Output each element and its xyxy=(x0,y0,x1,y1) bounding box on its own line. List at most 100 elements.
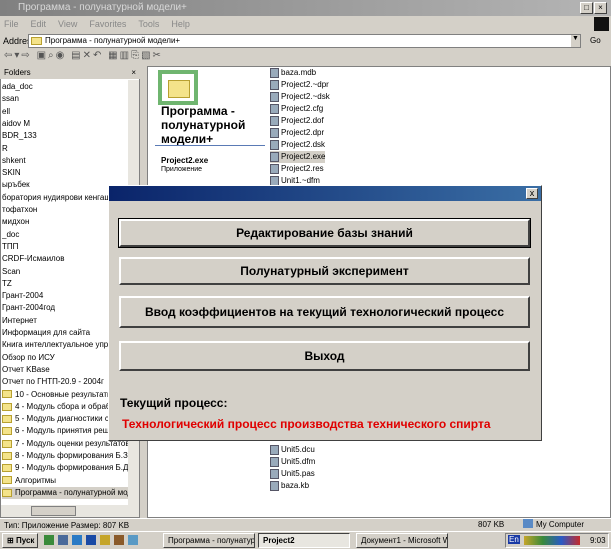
file-icon xyxy=(270,444,279,455)
folder-label: Грант-2004 xyxy=(2,291,44,301)
close-folders-icon[interactable]: × xyxy=(131,68,136,77)
search-icon[interactable]: ⌕ xyxy=(48,50,56,61)
file-item[interactable]: Unit5.dcu xyxy=(270,444,315,456)
folder-label: Грант-2004год xyxy=(2,303,56,313)
file-label: Project2.~dpr xyxy=(281,80,329,89)
paste-icon[interactable]: ▧ xyxy=(141,50,152,61)
selected-file-name: Project2.exe xyxy=(161,156,209,165)
folder-tree-item[interactable]: shkent xyxy=(2,155,128,167)
file-icon xyxy=(270,151,279,162)
dialog-close-button[interactable]: x xyxy=(526,188,538,199)
file-item[interactable]: Project2.res xyxy=(270,163,324,175)
folder-label: ada_doc xyxy=(2,82,33,91)
folder-label: BDR_133 xyxy=(2,131,37,141)
menu-view[interactable]: View xyxy=(58,19,77,29)
folder-icon xyxy=(2,488,12,497)
address-dropdown-icon[interactable]: ▼ xyxy=(571,35,580,47)
quick-launch-media-icon[interactable] xyxy=(100,535,110,545)
file-item[interactable]: Unit5.dfm xyxy=(270,456,315,468)
start-button[interactable]: ⊞ Пуск xyxy=(2,533,38,548)
folder-tree-item[interactable]: ada_doc xyxy=(2,81,128,93)
menu-tools[interactable]: Tools xyxy=(138,19,159,29)
folder-label: Scan xyxy=(2,266,21,276)
views-icon[interactable]: ▦ xyxy=(108,50,119,61)
file-icon xyxy=(270,103,279,114)
folder-tree-item[interactable]: 9 - Модуль формирования Б.Д+ xyxy=(2,462,128,474)
menu-favorites[interactable]: Favorites xyxy=(89,19,126,29)
quick-launch-app2-icon[interactable] xyxy=(128,535,138,545)
file-item[interactable]: Project2.cfg xyxy=(270,103,323,115)
file-item[interactable]: Project2.~dsk xyxy=(270,91,330,103)
selected-file-type: Приложение xyxy=(161,166,203,173)
folder-title: Программа - полунатурной модели+ xyxy=(161,104,246,146)
go-button[interactable]: Go xyxy=(590,36,601,45)
file-item[interactable]: Project2.~dpr xyxy=(270,79,329,91)
quick-launch-app-icon[interactable] xyxy=(114,535,124,545)
folder-tree-item[interactable]: aidov M xyxy=(2,118,128,130)
task-word[interactable]: Документ1 - Microsoft W... xyxy=(356,533,448,548)
copy-icon[interactable]: ⎘ xyxy=(131,50,141,61)
enter-coefficients-button[interactable]: Ввод коэффициентов на текущий технологич… xyxy=(119,296,530,328)
maximize-button[interactable]: □ xyxy=(580,2,593,14)
status-bar: Тип: Приложение Размер: 807 KB xyxy=(0,518,611,531)
task-explorer[interactable]: Программа - полунатурн... xyxy=(163,533,255,548)
folders-horizontal-scrollbar[interactable] xyxy=(1,505,139,517)
task-project2[interactable]: Project2 xyxy=(258,533,350,548)
folder-tree-item[interactable]: BDR_133 xyxy=(2,130,128,142)
file-item[interactable]: Project2.dpr xyxy=(270,127,324,139)
folder-label: 8 - Модуль формирования Б.З xyxy=(15,451,128,460)
folder-label: тофатхон xyxy=(2,205,38,214)
cut-icon[interactable]: ✂ xyxy=(153,50,163,61)
back-icon[interactable]: ⇦▾⇨ xyxy=(4,50,32,61)
menu-help[interactable]: Help xyxy=(171,19,190,29)
file-label: Unit5.dfm xyxy=(281,457,316,466)
history-icon[interactable]: ◉ xyxy=(56,50,67,61)
folder-tree-item[interactable]: Программа - полунатурной модели+ xyxy=(2,486,128,499)
file-item[interactable]: baza.kb xyxy=(270,480,309,492)
semi-natural-experiment-button[interactable]: Полунатурный эксперимент xyxy=(119,257,530,285)
properties-icon[interactable]: ▥ xyxy=(120,50,131,61)
file-label: baza.kb xyxy=(281,481,310,490)
folder-label: TZ xyxy=(2,278,12,288)
close-window-button[interactable]: × xyxy=(594,2,607,14)
menu-edit[interactable]: Edit xyxy=(31,19,47,29)
delete-icon[interactable]: ✕ xyxy=(83,50,93,61)
file-label: Project2.cfg xyxy=(281,104,324,113)
file-icon xyxy=(270,91,279,102)
up-folder-icon[interactable]: ▣ xyxy=(37,50,48,61)
file-icon xyxy=(270,67,279,78)
file-item[interactable]: Project2.exe xyxy=(270,151,326,163)
quick-launch-ie-icon[interactable] xyxy=(72,535,82,545)
folder-label: aidov M xyxy=(2,118,31,128)
file-item[interactable]: Project2.dsk xyxy=(270,139,325,151)
exit-button[interactable]: Выход xyxy=(119,341,530,371)
folder-tree-item[interactable]: ell xyxy=(2,106,128,118)
address-input[interactable]: Программа - полунатурной модели+ xyxy=(28,34,581,48)
folder-label: Отчет KBase xyxy=(2,364,50,374)
folder-tree-item[interactable]: SKIN xyxy=(2,167,128,179)
tray-icons[interactable] xyxy=(524,536,580,545)
windows-logo-icon xyxy=(594,17,609,31)
quick-launch-desktop-icon[interactable] xyxy=(44,535,54,545)
menu-file[interactable]: File xyxy=(4,19,19,29)
folder-tree-item[interactable]: R xyxy=(2,143,128,155)
file-item[interactable]: Unit5.pas xyxy=(270,468,315,480)
file-label: baza.mdb xyxy=(281,68,317,77)
folder-tree-item[interactable]: Алгоритмы xyxy=(2,475,128,487)
quick-launch-word-icon[interactable] xyxy=(86,535,96,545)
menu-bar: File Edit View Favorites Tools Help xyxy=(0,16,611,32)
folder-label: ыръбек xyxy=(2,180,30,190)
file-item[interactable]: Project2.dof xyxy=(270,115,324,127)
move-icon[interactable]: ▤ xyxy=(71,50,82,61)
file-item[interactable]: baza.mdb xyxy=(270,67,316,79)
divider xyxy=(155,145,265,146)
language-indicator[interactable]: En xyxy=(508,535,520,544)
quick-launch-explorer-icon[interactable] xyxy=(58,535,68,545)
folder-icon xyxy=(2,427,12,436)
undo-icon[interactable]: ↶ xyxy=(93,50,103,61)
edit-knowledge-base-button[interactable]: Редактирование базы знаний xyxy=(118,218,531,248)
folder-tree-item[interactable]: 8 - Модуль формирования Б.З xyxy=(2,450,128,462)
folder-label: Интернет xyxy=(2,315,37,325)
folder-icon xyxy=(2,476,12,485)
folder-tree-item[interactable]: ssan xyxy=(2,93,128,105)
